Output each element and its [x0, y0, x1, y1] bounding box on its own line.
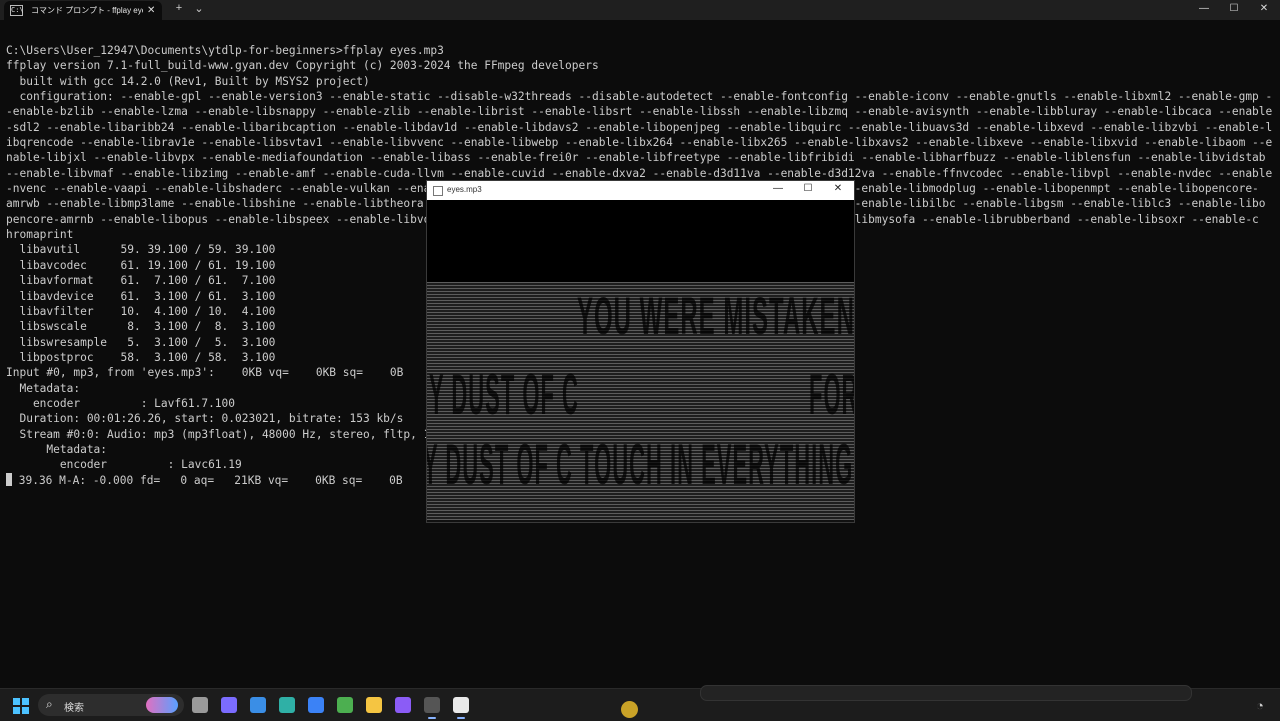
tab-dropdown-button[interactable]: ⌄ [187, 2, 211, 15]
maximize-button[interactable]: ☐ [1219, 3, 1249, 14]
terminal-line: Input #0, mp3, from 'eyes.mp3': 0KB vq= … [6, 366, 404, 380]
store-icon[interactable] [250, 697, 266, 713]
taskbar: ⌕ 検索 ◔ [0, 685, 1280, 721]
ffplay-window-title: eyes.mp3 [447, 185, 482, 194]
app-icon [433, 186, 443, 196]
title-bar: C:\ コマンド プロンプト - ffplay eyes.mp3 ✕ + ⌄ —… [0, 0, 1280, 20]
visual-lyric-line-1: YOU WERE MISTAKEN, [577, 288, 854, 348]
playback-status-line: 39.36 M-A: -0.000 fd= 0 aq= 21KB vq= 0KB… [12, 473, 403, 487]
file-explorer-icon[interactable] [366, 697, 382, 713]
windows-logo-tile [22, 707, 29, 714]
video-blank-area [427, 200, 854, 282]
terminal-line: -enable-bzlib --enable-lzma --enable-lib… [6, 105, 1273, 119]
media-player-icon[interactable] [395, 697, 411, 713]
windows-logo-tile [13, 698, 20, 705]
terminal-line: libavutil 59. 39.100 / 59. 39.100 [19, 243, 276, 257]
terminal-line: libswscale 8. 3.100 / 8. 3.100 [19, 320, 276, 334]
taskbar-search-box[interactable]: ⌕ 検索 [38, 694, 184, 716]
audio-visualization: YOU WERE MISTAKEN, Y DUST OF C FOR Y DUS… [427, 282, 854, 520]
terminal-line: built with gcc 14.2.0 (Rev1, Built by MS… [19, 74, 370, 88]
terminal-line: --enable-libvmaf --enable-libzimg --enab… [6, 166, 1273, 180]
notification-icon[interactable]: ◔ [1256, 698, 1264, 713]
terminal-line: libswresample 5. 3.100 / 5. 3.100 [19, 335, 276, 349]
minimize-button[interactable]: — [1189, 3, 1219, 14]
terminal-line: encoder : Lavc61.19 [59, 458, 242, 472]
terminal-icon: C:\ [10, 5, 24, 16]
terminal-tab[interactable]: C:\ コマンド プロンプト - ffplay eyes.mp3 ✕ [4, 1, 162, 20]
terminal-line: ibqrencode --enable-librav1e --enable-li… [6, 136, 1273, 150]
media-thumbnail-icon[interactable] [621, 701, 638, 718]
tab-close-icon[interactable]: ✕ [147, 5, 155, 16]
ffplay-window[interactable]: eyes.mp3 — ☐ ✕ YOU WERE MISTAKEN, Y DUST… [426, 180, 855, 523]
tab-title: コマンド プロンプト - ffplay eyes.mp3 [31, 6, 143, 15]
mail-icon[interactable] [308, 697, 324, 713]
copilot-icon[interactable] [221, 697, 237, 713]
search-highlight-icon [146, 697, 178, 713]
ffplay-icon[interactable] [453, 697, 469, 719]
visual-lyric-fragment: FOR [809, 362, 854, 427]
terminal-line: -sdl2 --enable-libaribb24 --enable-libar… [6, 120, 1273, 134]
windows-logo-tile [13, 707, 20, 714]
terminal-line: Metadata: [19, 381, 81, 395]
visual-lyric-line-2: Y DUST OF C [429, 362, 579, 427]
search-placeholder: 検索 [64, 703, 84, 714]
terminal-line: libpostproc 58. 3.100 / 58. 3.100 [19, 350, 276, 364]
terminal-icon[interactable] [424, 697, 440, 719]
ffplay-close-button[interactable]: ✕ [823, 183, 853, 194]
terminal-line: configuration: --enable-gpl --enable-ver… [19, 90, 1273, 104]
terminal-line: ffplay version 7.1-full_build-www.gyan.d… [6, 59, 599, 73]
terminal-line: Stream #0:0: Audio: mp3 (mp3float), 4800… [19, 427, 430, 441]
terminal-line: libavcodec 61. 19.100 / 61. 19.100 [19, 258, 276, 272]
terminal-line: libavformat 61. 7.100 / 61. 7.100 [19, 274, 276, 288]
close-button[interactable]: ✕ [1249, 3, 1279, 14]
terminal-line: C:\Users\User_12947\Documents\ytdlp-for-… [6, 44, 444, 57]
terminal-line: Duration: 00:01:26.26, start: 0.023021, … [19, 412, 404, 426]
ffplay-minimize-button[interactable]: — [763, 183, 793, 194]
minecraft-icon[interactable] [337, 697, 353, 713]
visual-lyric-line-3: Y DUST OF C TOUCH IN EVERYTHING, FOR [427, 432, 854, 497]
ffplay-maximize-button[interactable]: ☐ [793, 183, 823, 194]
search-icon: ⌕ [46, 697, 53, 711]
terminal-line: encoder : Lavf61.7.100 [32, 396, 236, 410]
windows-logo-tile [22, 698, 29, 705]
ffplay-title-bar[interactable]: eyes.mp3 — ☐ ✕ [427, 181, 854, 200]
edge-icon[interactable] [279, 697, 295, 713]
start-button[interactable] [13, 698, 29, 714]
terminal-line: hromaprint [6, 228, 74, 242]
terminal-line: libavdevice 61. 3.100 / 61. 3.100 [19, 289, 276, 303]
terminal-line: nable-libjxl --enable-libvpx --enable-me… [6, 151, 1266, 165]
terminal-line: libavfilter 10. 4.100 / 10. 4.100 [19, 304, 276, 318]
media-widget[interactable] [700, 685, 1192, 701]
terminal-line: Metadata: [46, 442, 108, 456]
task-view-icon[interactable] [192, 697, 208, 713]
